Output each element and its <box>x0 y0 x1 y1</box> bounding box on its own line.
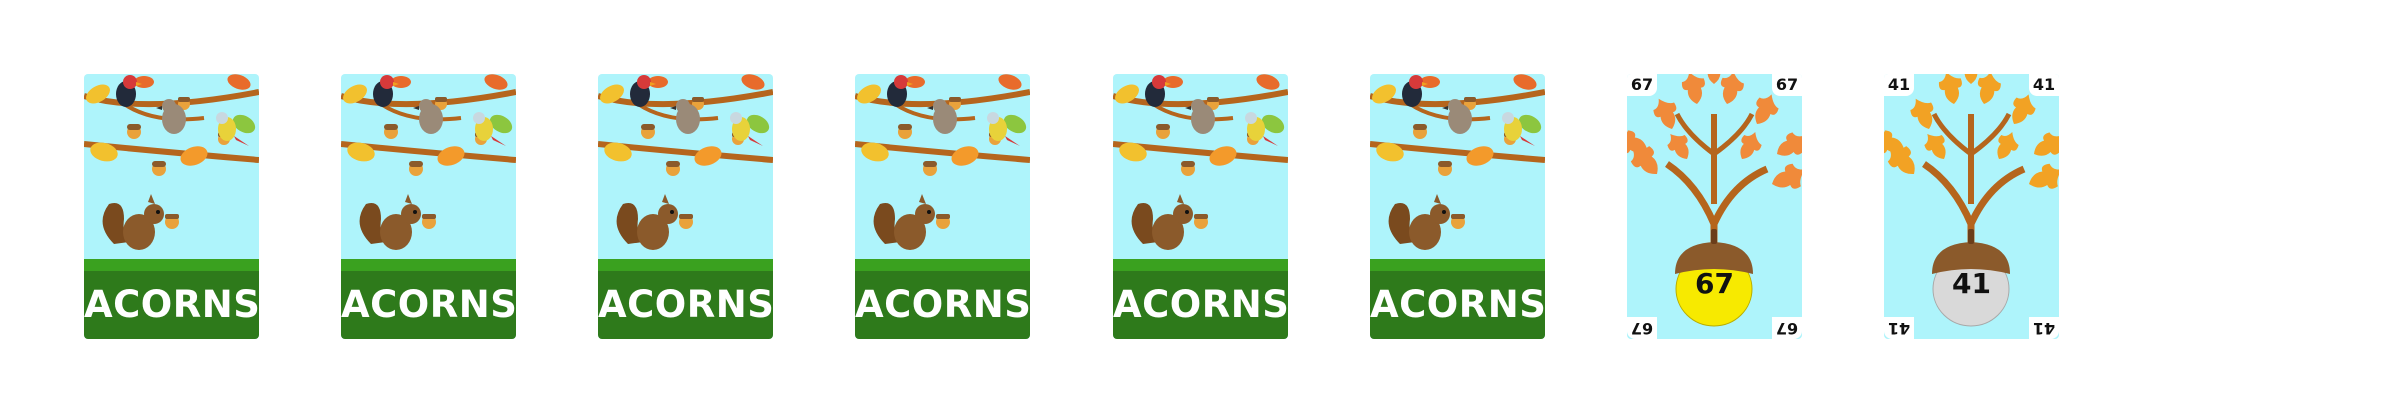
corner-value-top-right: 41 <box>2029 74 2059 96</box>
card-back-title: ACORNS <box>1370 271 1545 339</box>
grass-strip <box>598 259 773 271</box>
grass-strip <box>855 259 1030 271</box>
card-back-title: ACORNS <box>855 271 1030 339</box>
grass-strip <box>341 259 516 271</box>
card-back[interactable]: ACORNS <box>855 74 1030 339</box>
card-face-41[interactable]: 41 41 41 41 41 <box>1884 74 2059 339</box>
grass-strip <box>84 259 259 271</box>
card-back[interactable]: ACORNS <box>598 74 773 339</box>
corner-value-top-left: 41 <box>1884 74 1914 96</box>
corner-value-bottom-right: 41 <box>2029 317 2059 339</box>
corner-value-bottom-left: 67 <box>1627 317 1657 339</box>
corner-value-bottom-left: 41 <box>1884 317 1914 339</box>
acorn-value: 67 <box>1695 267 1734 300</box>
corner-value-top-left: 67 <box>1627 74 1657 96</box>
card-back[interactable]: ACORNS <box>1113 74 1288 339</box>
card-back-title: ACORNS <box>1113 271 1288 339</box>
card-back-title: ACORNS <box>598 271 773 339</box>
card-hand: ACORNS ACORNS ACORNS ACORNS ACORNS ACORN… <box>0 0 2400 413</box>
card-back[interactable]: ACORNS <box>341 74 516 339</box>
corner-value-top-right: 67 <box>1772 74 1802 96</box>
card-back[interactable]: ACORNS <box>1370 74 1545 339</box>
corner-value-bottom-right: 67 <box>1772 317 1802 339</box>
card-face-67[interactable]: 67 67 67 67 67 <box>1627 74 1802 339</box>
acorn-value: 41 <box>1952 267 1991 300</box>
grass-strip <box>1113 259 1288 271</box>
grass-strip <box>1370 259 1545 271</box>
card-back-title: ACORNS <box>341 271 516 339</box>
card-back-title: ACORNS <box>84 271 259 339</box>
card-back[interactable]: ACORNS <box>84 74 259 339</box>
